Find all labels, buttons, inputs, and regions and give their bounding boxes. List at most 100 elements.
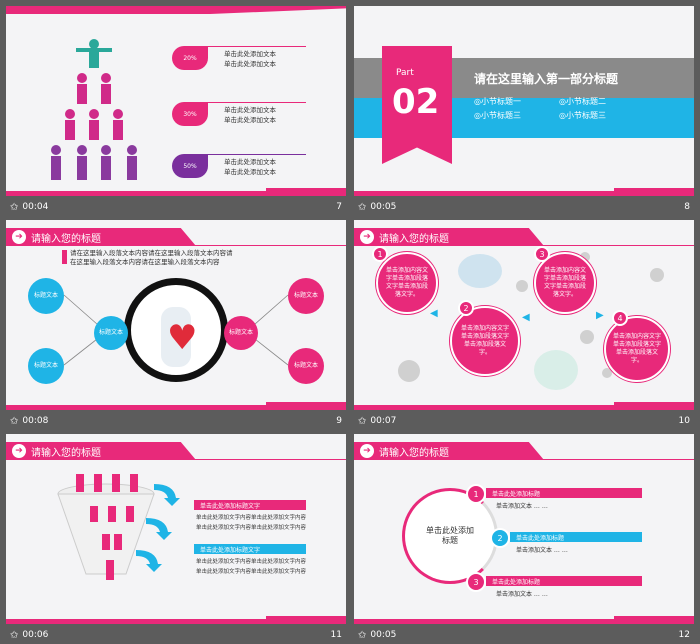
text-line: 单击此处添加文本: [224, 50, 276, 58]
slide-title: 请输入您的标题: [379, 447, 449, 459]
stethoscope-image: [458, 254, 502, 288]
slide-timing: 00:07: [370, 416, 397, 426]
footer-accent: [266, 402, 346, 405]
node-label: 标题文本: [28, 348, 64, 384]
row-text: 单击此处添加文字内容: [196, 569, 252, 575]
step-number: 3: [534, 246, 550, 262]
title-bar: 单击此处添加标题文字: [194, 500, 306, 510]
item-subtext: 单击添加文本 … …: [496, 591, 548, 598]
text-line: 单击此处添加文本: [224, 116, 276, 124]
footer-bar: [354, 405, 694, 410]
part-number: 02: [392, 82, 440, 122]
slide-number: 11: [330, 630, 342, 640]
node-label: 标题文本: [224, 316, 258, 350]
row-text: 单击此处添加文字内容: [196, 559, 252, 565]
arrow-right-icon: ▶: [596, 310, 604, 321]
text-line: 单击此处添加文本: [224, 106, 276, 114]
slide-number: 7: [336, 202, 342, 212]
node-label: 标题文本: [288, 278, 324, 314]
medicine-image: [534, 350, 578, 390]
percent-badge-50: 50%: [172, 154, 208, 178]
node-label: 标题文本: [28, 278, 64, 314]
section-item: ◎小节标题三: [559, 111, 606, 120]
step-bubble: 单击添加内容文字单击添加段落文字单击添加段落文字。: [376, 252, 438, 314]
slide-number: 10: [678, 416, 690, 426]
slide-thumbnail-7[interactable]: 20% 单击此处添加文本 单击此处添加文本 30% 单击此处添加文本 单击此处添…: [6, 6, 346, 218]
footer-accent: [614, 188, 694, 191]
divider: [206, 46, 306, 47]
section-item: ◎小节标题二: [559, 97, 606, 106]
slide-thumbnail-9[interactable]: ➔ 请输入您的标题 请在这里输入段落文本内容请在这里输入段落文本内容请 在这里输入…: [6, 220, 346, 432]
node-label: 标题文本: [288, 348, 324, 384]
footer-bar: [354, 619, 694, 624]
slide-meta: ✩ 00:06 11: [6, 624, 346, 644]
slide-title: 请输入您的标题: [31, 447, 101, 459]
section-item: ◎小节标题一: [474, 97, 521, 106]
slide-thumbnail-8[interactable]: Part 02 请在这里输入第一部分标题 ◎小节标题一 ◎小节标题二 ◎小节标题…: [354, 6, 694, 218]
footer-bar: [6, 191, 346, 196]
slide-canvas: Part 02 请在这里输入第一部分标题 ◎小节标题一 ◎小节标题二 ◎小节标题…: [354, 6, 694, 196]
star-icon: ✩: [10, 629, 19, 641]
slide-meta: ✩ 00:07 10: [354, 410, 694, 432]
doctor-heart-image: ♥: [124, 278, 228, 382]
section-item: ◎小节标题三: [474, 111, 521, 120]
footer-accent: [266, 616, 346, 619]
footer-accent: [614, 402, 694, 405]
slide-header: ➔ 请输入您的标题: [354, 228, 544, 246]
row-text: 单击此处添加文字内容: [251, 559, 307, 565]
funnel-icon: [57, 474, 180, 580]
text-line: 单击此处添加文本: [224, 168, 276, 176]
slide-timing: 00:08: [22, 416, 49, 426]
slide-timing: 00:06: [22, 630, 49, 640]
row-text: 单击此处添加文字内容: [251, 525, 307, 531]
part-label: Part: [396, 68, 414, 78]
arrow-right-icon: ◀: [522, 312, 530, 323]
slide-timing: 00:05: [370, 630, 397, 640]
star-icon: ✩: [10, 201, 19, 213]
slide-number: 9: [336, 416, 342, 426]
slide-number: 8: [684, 202, 690, 212]
slide-timing: 00:05: [370, 202, 397, 212]
item-bar: 单击此处添加标题: [486, 488, 642, 498]
step-number: 2: [458, 300, 474, 316]
slide-meta: ✩ 00:08 9: [6, 410, 346, 432]
footer-bar: [6, 619, 346, 624]
people-pyramid-icon: [51, 39, 137, 180]
divider: [206, 102, 306, 103]
title-bar: 单击此处添加标题文字: [194, 544, 306, 554]
slide-header: ➔ 请输入您的标题: [6, 442, 196, 460]
item-number: 2: [490, 528, 510, 548]
percent-badge-20: 20%: [172, 46, 208, 70]
row-text: 单击此处添加文字内容: [251, 569, 307, 575]
item-number: 1: [466, 484, 486, 504]
slide-meta: ✩ 00:05 12: [354, 624, 694, 644]
slide-canvas: ➔ 请输入您的标题 单击添加内容文字单击添加段落文字单击添加段落文字。 1 单击添…: [354, 220, 694, 410]
slide-canvas: ➔ 请输入您的标题 单击此处添加标题文字 单击此处添加文字内容 单击此处添加文字内…: [6, 434, 346, 624]
text-line: 单击此处添加文本: [224, 158, 276, 166]
percent-badge-30: 30%: [172, 102, 208, 126]
arrow-right-icon: ◀: [430, 308, 438, 319]
text-line: 单击此处添加文本: [224, 60, 276, 68]
arrow-icon: ➔: [12, 444, 26, 458]
slide-timing: 00:04: [22, 202, 49, 212]
footer-bar: [354, 191, 694, 196]
arrow-icon: ➔: [360, 230, 374, 244]
slide-meta: ✩ 00:04 7: [6, 196, 346, 218]
star-icon: ✩: [10, 415, 19, 427]
star-icon: ✩: [358, 201, 367, 213]
slide-thumbnail-10[interactable]: ➔ 请输入您的标题 单击添加内容文字单击添加段落文字单击添加段落文字。 1 单击添…: [354, 220, 694, 432]
decor-dot: [516, 280, 528, 292]
slide-title: 请输入您的标题: [379, 233, 449, 245]
row-text: 单击此处添加文字内容: [196, 525, 252, 531]
slide-canvas: ➔ 请输入您的标题 请在这里输入段落文本内容请在这里输入段落文本内容请 在这里输入…: [6, 220, 346, 410]
slide-thumbnail-12[interactable]: ➔ 请输入您的标题 单击此处添加标题 1 单击此处添加标题 单击添加文本 … … …: [354, 434, 694, 644]
header-line: [6, 459, 346, 460]
slide-thumbnail-11[interactable]: ➔ 请输入您的标题 单击此处添加标题文字 单击此处添加文字内容 单击此处添加文字内…: [6, 434, 346, 644]
slide-meta: ✩ 00:05 8: [354, 196, 694, 218]
slide-header: ➔ 请输入您的标题: [354, 442, 544, 460]
slide-number: 12: [678, 630, 690, 640]
row-text: 单击此处添加文字内容: [196, 515, 252, 521]
item-subtext: 单击添加文本 … …: [516, 547, 568, 554]
item-bar: 单击此处添加标题: [510, 532, 642, 542]
section-title: 请在这里输入第一部分标题: [474, 72, 619, 86]
